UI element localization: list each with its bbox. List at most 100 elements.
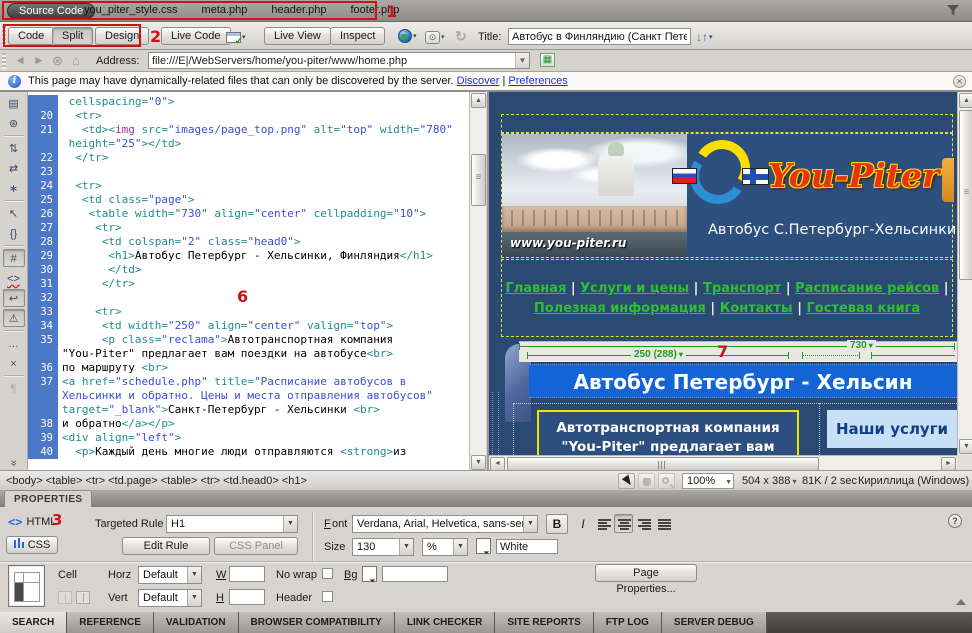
collapse-selection-icon[interactable]: ⇄: [3, 159, 25, 177]
code-text[interactable]: <td colspan="2" class="head0">: [58, 235, 300, 249]
collapse-full-tag-icon[interactable]: ⇅: [3, 139, 25, 157]
code-text[interactable]: <p class="reclama">Автотранспортная комп…: [58, 333, 393, 347]
source-code-tab[interactable]: Source Code: [7, 3, 95, 19]
hand-tool-icon[interactable]: [638, 473, 655, 489]
italic-button[interactable]: I: [572, 514, 594, 534]
code-line[interactable]: cellspacing="0">: [28, 95, 469, 109]
address-dropdown-icon[interactable]: ▼: [515, 53, 529, 68]
code-line[interactable]: 25 <td class="page">: [28, 193, 469, 207]
width-input[interactable]: [229, 566, 265, 582]
format-source-code-icon[interactable]: ¶: [3, 379, 25, 397]
filter-icon[interactable]: [946, 4, 960, 17]
text-color-swatch[interactable]: [476, 538, 491, 554]
code-line[interactable]: 38и обратно</a></p>: [28, 417, 469, 431]
code-line[interactable]: 26 <table width="730" align="center" cel…: [28, 207, 469, 221]
live-view-button[interactable]: Live View: [264, 27, 331, 45]
align-right-icon[interactable]: [634, 514, 653, 533]
align-center-icon[interactable]: [614, 514, 633, 533]
stop-icon[interactable]: ⊗: [52, 53, 63, 69]
code-text[interactable]: <td><img src="images/page_top.png" alt="…: [58, 123, 453, 137]
code-text[interactable]: <tr>: [58, 179, 102, 193]
edit-rule-button[interactable]: Edit Rule: [122, 537, 210, 555]
toolbar-grip[interactable]: [2, 26, 6, 46]
code-line[interactable]: 27 <tr>: [28, 221, 469, 235]
bg-color-input[interactable]: [382, 566, 448, 582]
vert-select[interactable]: Default▼: [138, 589, 202, 607]
page-heading[interactable]: Автобус Петербург - Хельсин: [529, 364, 957, 398]
size-select[interactable]: 130▼: [352, 538, 414, 556]
design-nav-link[interactable]: Главная: [505, 281, 566, 296]
code-text[interactable]: target="_blank">Санкт-Петербург - Хельси…: [58, 403, 380, 417]
bold-button[interactable]: B: [546, 514, 568, 534]
split-cell-icon[interactable]: [76, 591, 90, 604]
preview-in-browser-icon[interactable]: ▾: [398, 27, 417, 45]
scrollbar-thumb[interactable]: [471, 154, 486, 206]
scroll-up-icon[interactable]: ▲: [471, 93, 486, 108]
align-left-icon[interactable]: [594, 514, 613, 533]
code-line[interactable]: 40 <p>Каждый день многие люди отправляют…: [28, 445, 469, 459]
help-icon[interactable]: ?: [948, 514, 962, 528]
preferences-link[interactable]: Preferences: [508, 75, 567, 87]
code-vertical-scrollbar[interactable]: ▲ ▼: [469, 92, 486, 471]
code-text[interactable]: Хельсинки и обратно. Цены и места отправ…: [58, 389, 433, 403]
code-line[interactable]: Хельсинки и обратно. Цены и места отправ…: [28, 389, 469, 403]
show-code-navigator-icon[interactable]: ⊛: [3, 114, 25, 132]
header-checkbox[interactable]: [322, 591, 333, 602]
code-text[interactable]: <h1>Автобус Петербург - Хельсинки, Финля…: [58, 249, 433, 263]
code-text[interactable]: height="25"></td>: [58, 137, 181, 151]
design-nav-link[interactable]: Контакты: [720, 301, 793, 316]
results-tab-site-reports[interactable]: SITE REPORTS: [495, 612, 593, 633]
code-text[interactable]: по маршруту <br>: [58, 361, 168, 375]
code-text[interactable]: <div align="left">: [58, 431, 181, 445]
results-tab-ftp-log[interactable]: FTP LOG: [594, 612, 662, 633]
design-canvas[interactable]: You-Piter Автобус С.Петербург-Хельсинки …: [489, 92, 957, 455]
visual-aids-icon[interactable]: ⊙▾: [425, 28, 445, 46]
address-input[interactable]: [149, 53, 515, 68]
code-text[interactable]: [58, 165, 62, 179]
font-select[interactable]: Verdana, Arial, Helvetica, sans-serif▼: [352, 515, 538, 533]
targeted-rule-select[interactable]: H1▼: [166, 515, 298, 533]
apply-comment-icon[interactable]: …: [3, 334, 25, 352]
balance-braces-icon[interactable]: {}: [3, 224, 25, 242]
code-view-button[interactable]: Code: [8, 27, 54, 45]
html-mode-button[interactable]: <> HTML: [8, 515, 56, 529]
site-banner[interactable]: You-Piter Автобус С.Петербург-Хельсинки …: [501, 133, 953, 258]
back-icon[interactable]: ◄: [14, 53, 26, 67]
results-tab-validation[interactable]: VALIDATION: [154, 612, 239, 633]
scrollbar-thumb[interactable]: [959, 110, 972, 280]
bg-color-swatch[interactable]: [362, 566, 377, 582]
code-line[interactable]: 29 <h1>Автобус Петербург - Хельсинки, Фи…: [28, 249, 469, 263]
code-line[interactable]: 33 <tr>: [28, 305, 469, 319]
align-justify-icon[interactable]: [654, 514, 673, 533]
column-width-menu[interactable]: 250 (288): [631, 349, 686, 361]
scroll-up-icon[interactable]: ▲: [959, 93, 972, 108]
scroll-left-icon[interactable]: ◄: [490, 457, 505, 471]
discover-link[interactable]: Discover: [457, 75, 500, 87]
code-line[interactable]: 30 </td>: [28, 263, 469, 277]
properties-tab[interactable]: PROPERTIES: [4, 490, 92, 507]
design-nav-link[interactable]: Расписание рейсов: [795, 281, 939, 296]
text-color-input[interactable]: [496, 539, 558, 554]
code-text[interactable]: </td>: [58, 263, 141, 277]
remove-comment-icon[interactable]: ×: [3, 354, 25, 372]
syntax-error-alerts-icon[interactable]: ⚠: [3, 309, 25, 327]
code-text[interactable]: </tr>: [58, 277, 135, 291]
scroll-down-icon[interactable]: ▼: [471, 455, 486, 470]
code-text[interactable]: <tr>: [58, 305, 122, 319]
tag-selector[interactable]: <body> <table> <tr> <td.page> <table> <t…: [6, 475, 307, 487]
live-code-button[interactable]: Live Code: [161, 27, 231, 45]
related-file-tab[interactable]: meta.php: [202, 4, 248, 16]
code-line[interactable]: 21 <td><img src="images/page_top.png" al…: [28, 123, 469, 137]
code-text[interactable]: <a href="schedule.php" title="Расписание…: [58, 375, 406, 389]
code-line[interactable]: 24 <tr>: [28, 179, 469, 193]
horz-select[interactable]: Default▼: [138, 566, 202, 584]
scroll-right-icon[interactable]: ►: [941, 457, 956, 471]
title-input[interactable]: [508, 28, 691, 45]
size-unit-select[interactable]: %▼: [422, 538, 468, 556]
code-line[interactable]: 32: [28, 291, 469, 305]
code-text[interactable]: <td class="page">: [58, 193, 194, 207]
line-numbers-icon[interactable]: #: [3, 249, 25, 267]
code-line[interactable]: 28 <td colspan="2" class="head0">: [28, 235, 469, 249]
results-tab-browser-compatibility[interactable]: BROWSER COMPATIBILITY: [239, 612, 395, 633]
no-wrap-checkbox[interactable]: [322, 568, 333, 579]
